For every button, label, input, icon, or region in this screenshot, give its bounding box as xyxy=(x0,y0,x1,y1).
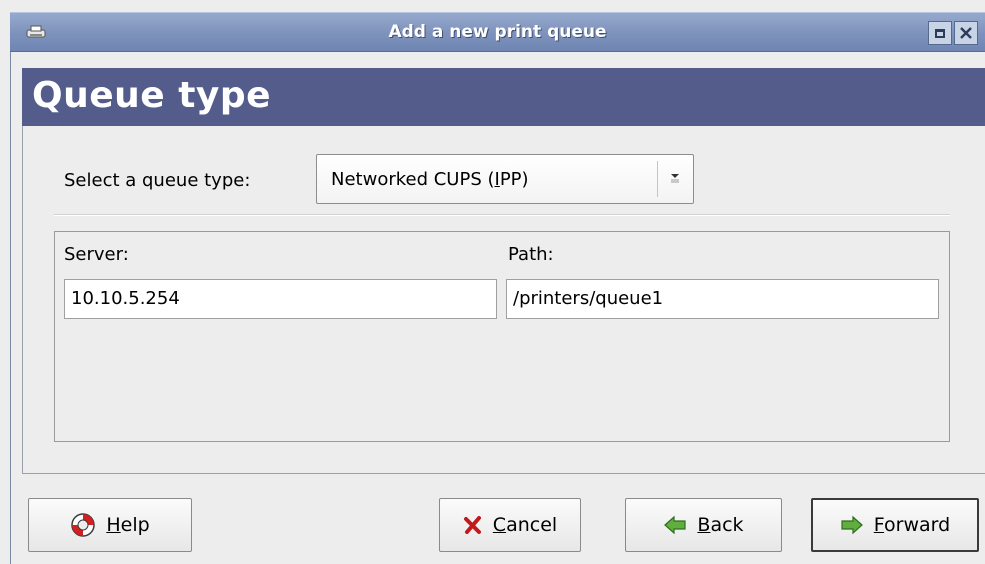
dropdown-arrow-icon xyxy=(671,174,679,183)
help-label: Help xyxy=(106,514,150,536)
server-label: Server: xyxy=(64,244,129,265)
queue-type-label: Select a queue type: xyxy=(64,170,251,191)
help-button[interactable]: Help xyxy=(28,498,192,552)
window-title: Add a new print queue xyxy=(388,22,607,42)
green-left-arrow-icon xyxy=(664,515,687,535)
path-input[interactable]: /printers/queue1 xyxy=(506,279,939,319)
server-input[interactable]: 10.10.5.254 xyxy=(64,279,497,319)
cancel-label: Cancel xyxy=(492,514,558,536)
red-x-icon xyxy=(463,516,481,534)
back-button[interactable]: Back xyxy=(625,498,782,552)
queue-type-select[interactable]: Networked CUPS (IPP) xyxy=(316,154,694,204)
maximize-icon xyxy=(935,28,945,38)
forward-button[interactable]: Forward xyxy=(811,498,979,552)
close-button[interactable] xyxy=(954,21,978,45)
page-title: Queue type xyxy=(32,75,272,116)
green-right-arrow-icon xyxy=(841,515,863,535)
cancel-button[interactable]: Cancel xyxy=(439,498,581,552)
lifebuoy-icon xyxy=(71,513,96,537)
queue-type-value: Networked CUPS (IPP) xyxy=(331,169,529,190)
back-label: Back xyxy=(697,514,744,536)
page-header: Queue type xyxy=(22,68,985,126)
print-queue-dialog: Add a new print queue Queue type Select … xyxy=(0,0,985,564)
ipp-settings-panel xyxy=(54,231,950,442)
combo-separator xyxy=(657,161,658,197)
maximize-button[interactable] xyxy=(928,21,952,45)
title-bar[interactable]: Add a new print queue xyxy=(10,12,985,52)
close-icon xyxy=(960,27,972,39)
forward-label: Forward xyxy=(873,514,951,536)
separator xyxy=(54,214,950,216)
path-label: Path: xyxy=(508,244,554,265)
